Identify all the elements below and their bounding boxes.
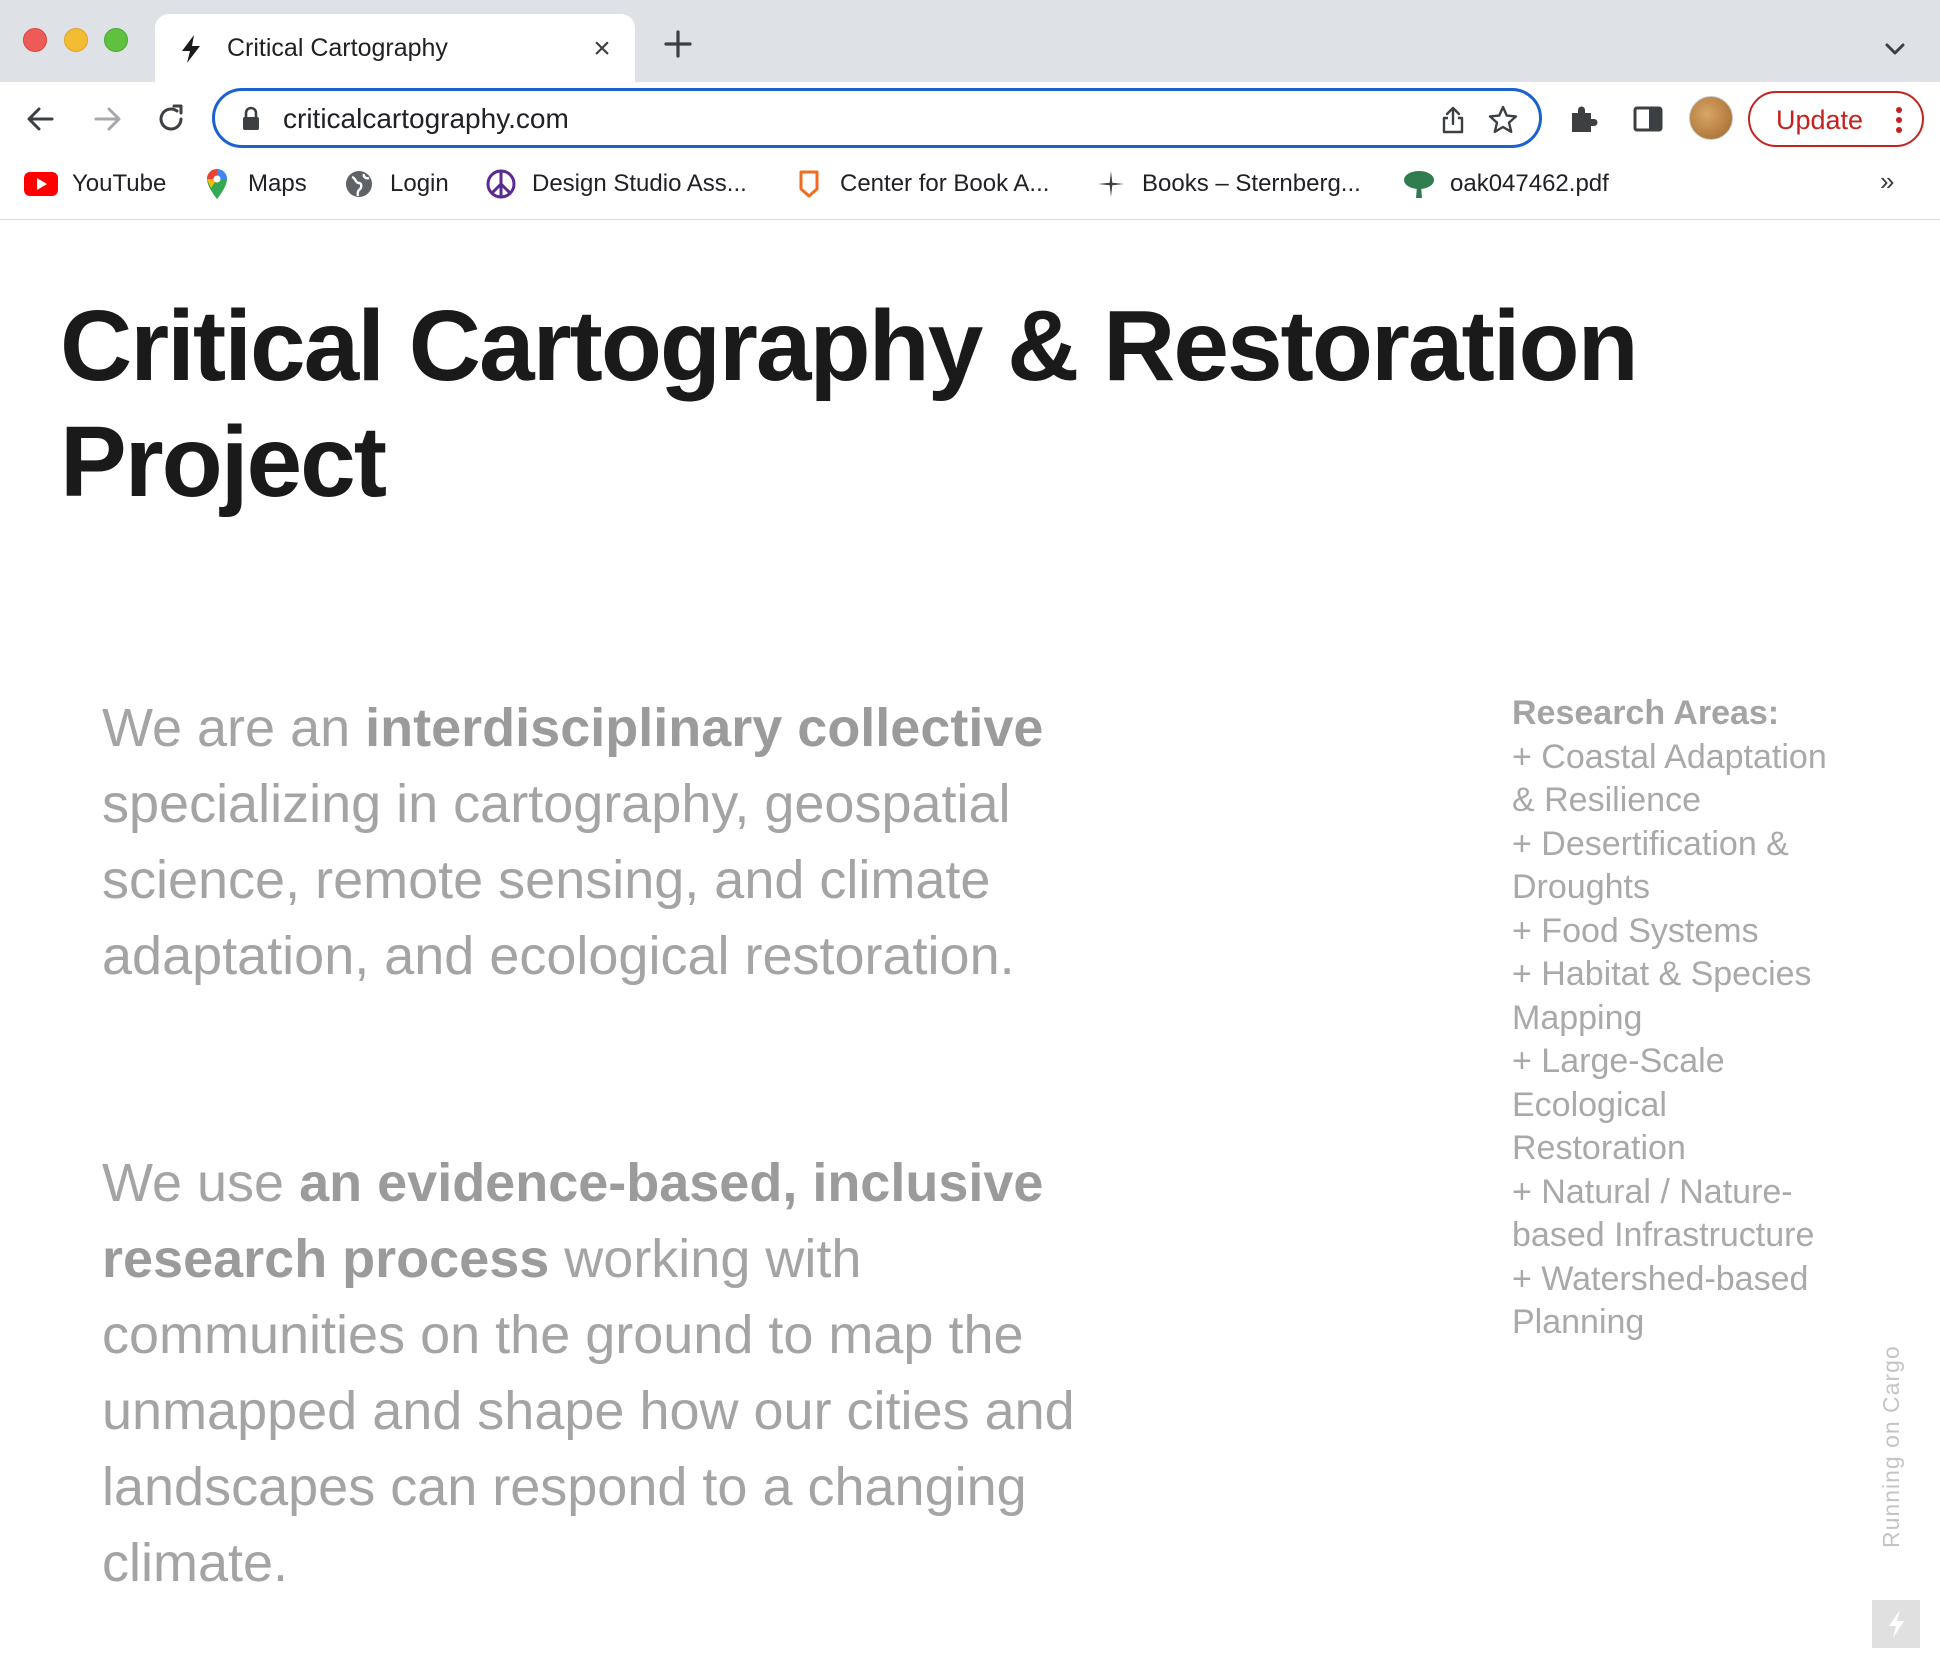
side-panel-icon[interactable] xyxy=(1630,101,1666,137)
intro-1-lead: We are an xyxy=(102,698,366,758)
tab-title: Critical Cartography xyxy=(227,34,448,62)
bookmark-label: oak047462.pdf xyxy=(1450,170,1609,197)
bookmark-label: Login xyxy=(390,170,449,197)
tree-icon xyxy=(1402,167,1436,201)
close-window-button[interactable] xyxy=(23,28,47,52)
lock-icon[interactable] xyxy=(241,106,261,132)
profile-avatar[interactable] xyxy=(1689,96,1733,140)
back-arrow-icon[interactable] xyxy=(22,100,60,138)
intro-1-bold: interdisciplinary collective xyxy=(365,698,1044,758)
update-button[interactable]: Update xyxy=(1748,91,1924,147)
page-content: Critical Cartography & Restoration Proje… xyxy=(0,220,1940,1668)
research-item: + Large-Scale Ecological Restoration xyxy=(1512,1042,1725,1167)
extensions-puzzle-icon[interactable] xyxy=(1566,101,1602,137)
running-on-cargo-link[interactable]: Running on Cargo xyxy=(1878,1345,1905,1548)
research-item: + Desertification & Droughts xyxy=(1512,824,1789,907)
peace-icon xyxy=(484,167,518,201)
reload-icon[interactable] xyxy=(152,100,190,138)
address-bar[interactable]: criticalcartography.com xyxy=(212,88,1542,148)
bookmark-center-for-book-arts[interactable]: Center for Book A... xyxy=(792,164,1049,204)
bookmark-login[interactable]: Login xyxy=(342,164,449,204)
url-text[interactable]: criticalcartography.com xyxy=(283,103,569,135)
maps-pin-icon xyxy=(200,167,234,201)
research-item: + Habitat & Species Mapping xyxy=(1512,955,1812,1037)
bolt-icon xyxy=(1889,1610,1904,1638)
cargo-badge[interactable] xyxy=(1872,1600,1920,1648)
browser-toolbar: criticalcartography.com Update xyxy=(0,82,1940,156)
plus-icon[interactable] xyxy=(660,26,696,62)
tab-close-button[interactable]: × xyxy=(585,32,619,66)
research-areas: Research Areas: + Coastal Adaptation & R… xyxy=(1512,692,1842,1345)
bookmark-label: Design Studio Ass... xyxy=(532,170,747,197)
bookmark-design-studio[interactable]: Design Studio Ass... xyxy=(484,164,747,204)
bookmark-oak-pdf[interactable]: oak047462.pdf xyxy=(1402,164,1609,204)
maximize-window-button[interactable] xyxy=(104,28,128,52)
globe-icon xyxy=(342,167,376,201)
research-item: + Natural / Nature-based Infrastructure xyxy=(1512,1172,1815,1255)
bookmarks-bar: YouTube Maps Login Design Studio Ass... … xyxy=(0,156,1940,220)
bookmark-star-icon[interactable] xyxy=(1487,104,1519,136)
bookmark-youtube[interactable]: YouTube xyxy=(24,164,166,204)
star-burst-icon xyxy=(1094,167,1128,201)
intro-2-lead: We use xyxy=(102,1153,300,1213)
research-heading: Research Areas: xyxy=(1512,694,1780,732)
research-item: + Coastal Adaptation & Resilience xyxy=(1512,737,1827,820)
share-icon[interactable] xyxy=(1437,104,1469,136)
youtube-icon xyxy=(24,167,58,201)
tab-strip: Critical Cartography × xyxy=(0,0,1940,84)
intro-paragraph-2: We use an evidence-based, inclusive rese… xyxy=(102,1145,1152,1601)
bookmark-label: Maps xyxy=(248,170,307,197)
intro-1-rest: specializing in cartography, geospatial … xyxy=(102,774,1015,986)
intro-paragraph-1: We are an interdisciplinary collective s… xyxy=(102,690,1152,994)
active-tab[interactable]: Critical Cartography × xyxy=(155,14,635,84)
bolt-icon xyxy=(182,35,200,63)
bookmark-label: YouTube xyxy=(72,170,167,197)
page-title: Critical Cartography & Restoration Proje… xyxy=(60,290,1639,518)
minimize-window-button[interactable] xyxy=(64,28,88,52)
bookmark-maps[interactable]: Maps xyxy=(200,164,307,204)
forward-arrow-icon[interactable] xyxy=(88,100,126,138)
research-item: + Watershed-based Planning xyxy=(1512,1259,1809,1342)
more-bookmarks-button[interactable]: » xyxy=(1880,166,1894,197)
research-item: + Food Systems xyxy=(1512,911,1759,950)
update-label: Update xyxy=(1776,105,1864,135)
book-arts-icon xyxy=(792,167,826,201)
chevron-down-icon[interactable] xyxy=(1880,34,1910,64)
bookmark-label: Center for Book A... xyxy=(840,170,1050,197)
bookmark-label: Books – Sternberg... xyxy=(1142,170,1361,197)
more-vertical-icon[interactable] xyxy=(1894,105,1904,135)
bookmark-sternberg[interactable]: Books – Sternberg... xyxy=(1094,164,1361,204)
